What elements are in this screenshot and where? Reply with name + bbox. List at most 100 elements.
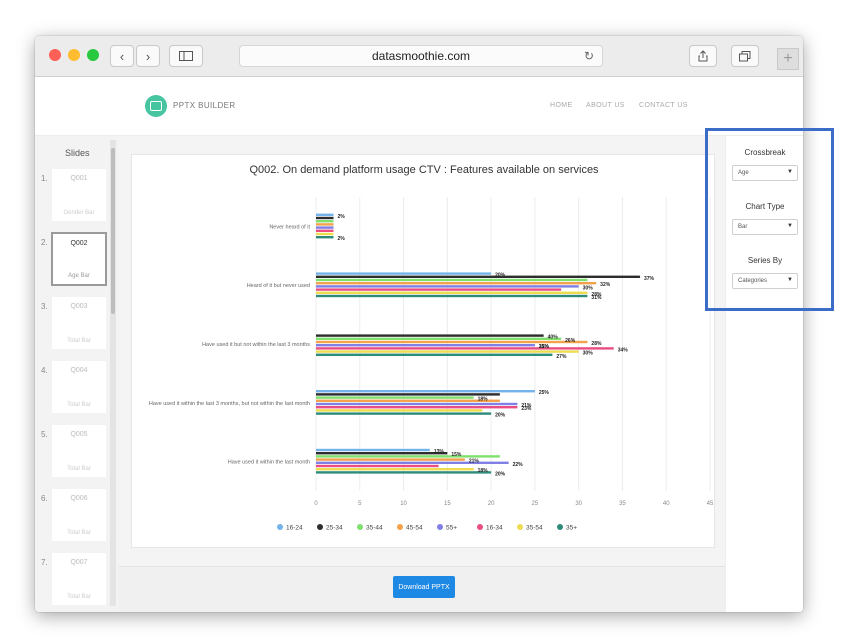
legend-marker	[317, 524, 323, 530]
nav-contact-us[interactable]: CONTACT US	[639, 102, 688, 109]
slide-code: Q003	[70, 303, 88, 310]
chart-type-value: Bar	[738, 224, 748, 230]
chart-title: Q002. On demand platform usage CTV : Fea…	[249, 164, 599, 176]
bar-35-54	[316, 291, 588, 294]
data-label: 21%	[469, 459, 480, 465]
legend-marker	[477, 524, 483, 530]
crossbreak-select[interactable]: Age ▼	[732, 165, 798, 181]
legend-label: 35-44	[366, 525, 383, 532]
slide-code: Q004	[70, 367, 88, 374]
slide-thumbnail-1[interactable]: Q001 Gender Bar	[51, 168, 107, 222]
legend-label: 25-34	[326, 525, 343, 532]
nav-about-us[interactable]: ABOUT US	[586, 102, 625, 109]
bar-35+	[316, 412, 492, 415]
slide-code: Q006	[70, 495, 88, 502]
data-label: 2%	[338, 214, 346, 220]
data-label: 23%	[521, 406, 532, 412]
bar-16-34	[316, 347, 614, 350]
slide-type: Gender Bar	[63, 210, 95, 216]
brand-name[interactable]: PPTX BUILDER	[173, 101, 236, 110]
data-label: 25%	[539, 344, 550, 350]
plus-icon: +	[783, 50, 793, 67]
bar-45-54	[316, 340, 588, 344]
data-label: 18%	[478, 468, 489, 474]
new-tab-button[interactable]: +	[777, 48, 799, 70]
data-label: 20%	[495, 413, 506, 419]
series-by-select[interactable]: Categories ▼	[732, 273, 798, 289]
data-label: 18%	[478, 397, 489, 403]
slide-thumbnail-6[interactable]: Q006 Total Bar	[51, 488, 107, 542]
slide-type: Total Bar	[67, 402, 91, 408]
slide-code: Q001	[70, 175, 88, 182]
bar-16-34	[316, 406, 518, 409]
chart-type-select[interactable]: Bar ▼	[732, 219, 798, 235]
slide-thumbnail-5[interactable]: Q005 Total Bar	[51, 424, 107, 478]
sidebar-scroll-thumb[interactable]	[111, 148, 115, 314]
bar-35+	[316, 236, 334, 239]
bar-55+	[316, 402, 518, 406]
maximize-window-button[interactable]	[87, 49, 99, 61]
slide-thumbnail-2[interactable]: Q002 Age Bar	[51, 232, 107, 286]
x-tick-label: 5	[358, 501, 362, 507]
x-tick-label: 0	[314, 501, 318, 507]
slide-number: 2.	[41, 238, 48, 247]
slide-thumbnail-3[interactable]: Q003 Total Bar	[51, 296, 107, 350]
data-label: 30%	[583, 351, 594, 357]
data-label: 25%	[539, 390, 550, 396]
legend-label: 16-34	[486, 525, 503, 532]
category-label: Never heard of it	[269, 224, 310, 230]
data-label: 37%	[644, 276, 655, 282]
legend-label: 45-54	[406, 525, 423, 532]
logo-icon[interactable]	[145, 95, 167, 117]
bar-chart: Q002. On demand platform usage CTV : Fea…	[149, 164, 714, 532]
slide-number: 7.	[41, 558, 48, 567]
data-label: 13%	[434, 449, 445, 455]
legend-marker	[357, 524, 363, 530]
minimize-window-button[interactable]	[68, 49, 80, 61]
bar-25-34	[316, 393, 500, 396]
slide-thumbnail-7[interactable]: Q007 Total Bar	[51, 552, 107, 606]
url-text: datasmoothie.com	[371, 49, 471, 63]
chart-type-label: Chart Type	[745, 202, 785, 211]
reload-icon[interactable]: ↻	[584, 49, 594, 63]
bar-35-44	[316, 396, 474, 399]
bar-25-34	[316, 216, 334, 220]
forward-button[interactable]: ›	[136, 45, 160, 67]
bar-35-44	[316, 220, 334, 223]
x-tick-label: 20	[488, 501, 495, 507]
category-label: Have used it but not within the last 3 m…	[202, 342, 310, 348]
settings-panel: Crossbreak Age ▼ Chart Type Bar ▼ Series…	[725, 136, 803, 612]
sidebar-icon	[179, 51, 193, 61]
footer-bar: Download PPTX	[119, 566, 725, 612]
close-window-button[interactable]	[49, 49, 61, 61]
slides-sidebar: Slides 1. Q001 Gender Bar 2. Q002 Age Bar 3. Q0…	[35, 136, 120, 612]
crossbreak-value: Age	[738, 170, 749, 176]
download-pptx-button[interactable]: Download PPTX	[393, 576, 455, 598]
nav-home[interactable]: HOME	[550, 102, 573, 109]
x-tick-label: 25	[532, 501, 539, 507]
sidebar-toggle-button[interactable]	[169, 45, 203, 67]
series-by-value: Categories	[738, 278, 768, 284]
bar-16-24	[316, 213, 334, 216]
x-tick-label: 30	[575, 501, 582, 507]
bar-16-34	[316, 288, 562, 291]
chart-card: Q002. On demand platform usage CTV : Fea…	[131, 154, 715, 548]
data-label: 30%	[583, 285, 594, 291]
bar-16-24	[316, 390, 535, 393]
x-tick-label: 10	[400, 501, 407, 507]
share-button[interactable]	[689, 45, 717, 67]
back-button[interactable]: ‹	[110, 45, 134, 67]
slide-code: Q007	[70, 559, 88, 566]
bar-35-54	[316, 409, 483, 412]
address-bar[interactable]: datasmoothie.com ↻	[239, 45, 603, 67]
bar-35+	[316, 353, 553, 356]
chevron-left-icon: ‹	[119, 48, 125, 64]
series-by-label: Series By	[747, 256, 783, 265]
tabs-button[interactable]	[731, 45, 759, 67]
slide-thumbnail-4[interactable]: Q004 Total Bar	[51, 360, 107, 414]
bar-16-34	[316, 229, 334, 232]
slide-number: 5.	[41, 430, 48, 439]
slide-code: Q005	[70, 431, 88, 438]
data-label: 15%	[451, 452, 462, 458]
bar-16-34	[316, 464, 439, 468]
